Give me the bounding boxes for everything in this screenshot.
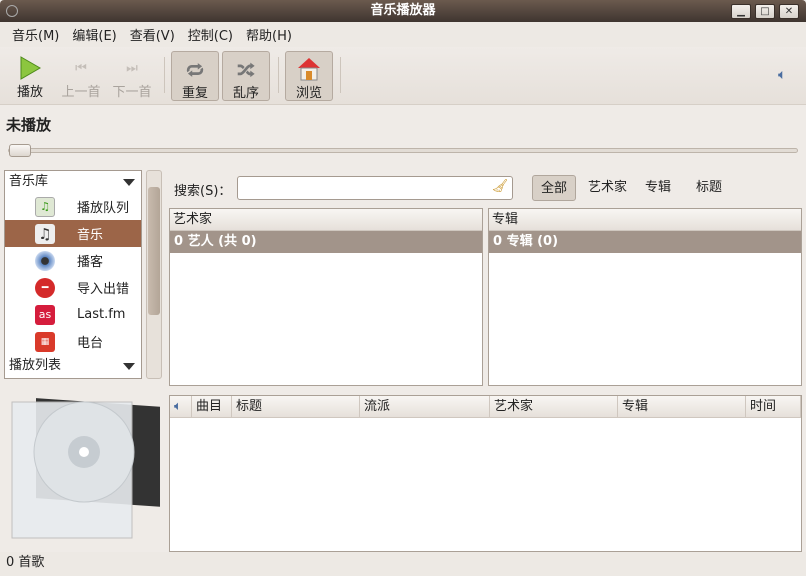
repeat-icon: 🔁︎ — [186, 60, 204, 82]
seek-slider[interactable] — [8, 144, 798, 157]
menu-view[interactable]: 查看(V) — [124, 25, 181, 44]
window-menu-icon[interactable] — [6, 5, 18, 17]
search-input[interactable]: 🧹︎ — [237, 176, 513, 200]
menu-control[interactable]: 控制(C) — [182, 25, 239, 44]
repeat-button[interactable]: 🔁︎ 重复 — [171, 51, 219, 101]
clear-icon[interactable]: 🧹︎ — [491, 179, 508, 194]
column-artist[interactable]: 艺术家 — [490, 396, 618, 417]
album-row-all[interactable]: 0 专辑 (0) — [489, 231, 801, 253]
album-column-header[interactable]: 专辑 — [489, 209, 801, 231]
scrollbar-thumb[interactable] — [148, 187, 160, 315]
play-button[interactable]: 播放 — [6, 51, 54, 101]
source-list: 音乐库 ♫ 播放队列 ♫ 音乐 播客 ━ 导入出错 as Last.fm ▦ 电台 播放列… — [4, 170, 142, 379]
column-track[interactable]: 曲目 — [192, 396, 232, 417]
next-icon: ⏭ — [126, 60, 138, 76]
filter-artist[interactable]: 艺术家 — [580, 175, 635, 201]
music-icon: ♫ — [35, 223, 55, 244]
shuffle-icon: 🔀︎ — [237, 60, 255, 82]
track-list: 🔈︎ 曲目 标题 流派 艺术家 专辑 时间 — [169, 395, 802, 552]
toolbar: 播放 ⏮ 上一首 ⏭ 下一首 🔁︎ 重复 🔀︎ 乱序 浏览 🔈︎ — [0, 47, 806, 105]
menu-help[interactable]: 帮助(H) — [240, 25, 298, 44]
artist-row-all[interactable]: 0 艺人 (共 0) — [170, 231, 482, 253]
next-button[interactable]: ⏭ 下一首 — [108, 51, 156, 101]
artist-column-header[interactable]: 艺术家 — [170, 209, 482, 231]
sidebar-item-radio[interactable]: ▦ 电台 — [5, 328, 141, 355]
title-bar: 音乐播放器 ▁ □ ✕ — [0, 0, 806, 22]
podcast-icon — [35, 250, 55, 271]
artist-browser: 艺术家 0 艺人 (共 0) — [169, 208, 483, 386]
browse-button[interactable]: 浏览 — [285, 51, 333, 101]
sidebar-item-music[interactable]: ♫ 音乐 — [5, 220, 141, 247]
sidebar-item-podcasts[interactable]: 播客 — [5, 247, 141, 274]
menu-music[interactable]: 音乐(M) — [6, 25, 65, 44]
filter-all[interactable]: 全部 — [532, 175, 577, 201]
status-bar: 0 首歌 — [0, 552, 806, 576]
search-label: 搜索(S)： — [174, 184, 232, 199]
filter-title[interactable]: 标题 — [688, 175, 730, 201]
filter-album[interactable]: 专辑 — [637, 175, 679, 201]
column-album[interactable]: 专辑 — [618, 396, 746, 417]
column-title[interactable]: 标题 — [232, 396, 360, 417]
menu-bar: 音乐(M) 编辑(E) 查看(V) 控制(C) 帮助(H) — [0, 22, 806, 47]
sidebar-item-import-errors[interactable]: ━ 导入出错 — [5, 274, 141, 301]
collapse-icon[interactable] — [123, 179, 135, 186]
home-icon — [286, 56, 332, 82]
radio-icon: ▦ — [35, 331, 55, 352]
menu-edit[interactable]: 编辑(E) — [66, 25, 122, 44]
column-time[interactable]: 时间 — [746, 396, 801, 417]
error-icon: ━ — [35, 277, 55, 298]
now-playing-label: 未播放 — [6, 116, 52, 134]
playing-column-icon[interactable]: 🔈︎ — [170, 396, 192, 417]
library-header[interactable]: 音乐库 — [5, 171, 141, 193]
play-icon — [6, 55, 54, 81]
column-genre[interactable]: 流派 — [360, 396, 490, 417]
volume-icon[interactable]: 🔈︎ — [778, 67, 786, 83]
sidebar-item-queue[interactable]: ♫ 播放队列 — [5, 193, 141, 220]
sidebar-item-lastfm[interactable]: as Last.fm — [5, 301, 141, 328]
collapse-icon[interactable] — [123, 363, 135, 370]
previous-button[interactable]: ⏮ 上一首 — [57, 51, 105, 101]
minimize-button[interactable]: ▁ — [731, 4, 751, 19]
playlists-header[interactable]: 播放列表 — [5, 355, 141, 377]
window-title: 音乐播放器 — [370, 3, 436, 18]
previous-icon: ⏮ — [75, 60, 87, 76]
close-button[interactable]: ✕ — [779, 4, 799, 19]
album-browser: 专辑 0 专辑 (0) — [488, 208, 802, 386]
maximize-button[interactable]: □ — [755, 4, 775, 19]
album-art — [6, 388, 164, 548]
sidebar-scrollbar[interactable] — [146, 170, 162, 379]
shuffle-button[interactable]: 🔀︎ 乱序 — [222, 51, 270, 101]
lastfm-icon: as — [35, 304, 55, 325]
seek-handle[interactable] — [9, 144, 31, 157]
queue-icon: ♫ — [35, 196, 55, 217]
